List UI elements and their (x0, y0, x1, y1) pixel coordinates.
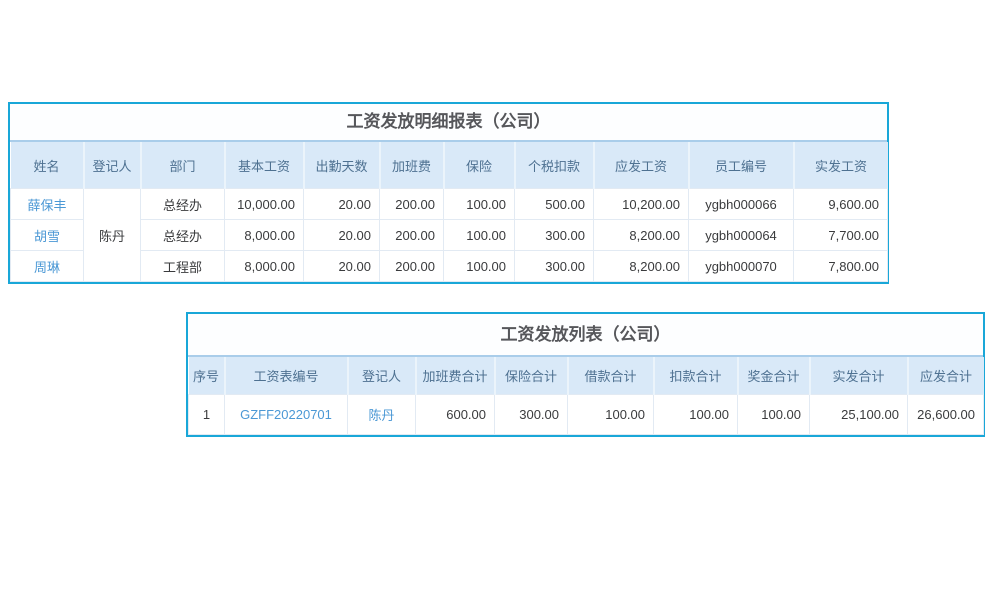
header-name: 姓名 (11, 142, 84, 189)
salary-detail-table: 姓名 登记人 部门 基本工资 出勤天数 加班费 保险 个税扣款 应发工资 员工编… (10, 142, 888, 282)
header-dept: 部门 (141, 142, 225, 189)
base-salary-cell: 8,000.00 (225, 220, 304, 251)
header-payroll-id: 工资表编号 (225, 357, 348, 395)
overtime-cell: 200.00 (380, 189, 444, 220)
header-deduction-total: 扣款合计 (654, 357, 738, 395)
header-bonus-total: 奖金合计 (738, 357, 810, 395)
employee-id-cell: ygbh000066 (689, 189, 794, 220)
header-employee-id: 员工编号 (689, 142, 794, 189)
employee-name-link[interactable]: 胡雪 (34, 229, 60, 244)
salary-list-table: 序号 工资表编号 登记人 加班费合计 保险合计 借款合计 扣款合计 奖金合计 实… (188, 357, 984, 435)
payable-cell: 8,200.00 (594, 251, 689, 282)
employee-name-link[interactable]: 周琳 (34, 260, 60, 275)
actual-cell: 9,600.00 (794, 189, 888, 220)
attendance-days-cell: 20.00 (304, 220, 380, 251)
actual-total-cell: 25,100.00 (810, 395, 908, 435)
dept-cell: 总经办 (141, 220, 225, 251)
header-registrar: 登记人 (348, 357, 416, 395)
header-payable: 应发工资 (594, 142, 689, 189)
header-loan-total: 借款合计 (568, 357, 654, 395)
row-number-cell: 1 (189, 395, 225, 435)
overtime-total-cell: 600.00 (416, 395, 495, 435)
salary-detail-report-title: 工资发放明细报表（公司） (10, 104, 887, 142)
header-overtime-total: 加班费合计 (416, 357, 495, 395)
employee-id-cell: ygbh000070 (689, 251, 794, 282)
base-salary-cell: 10,000.00 (225, 189, 304, 220)
header-actual: 实发工资 (794, 142, 888, 189)
tax-deduction-cell: 300.00 (515, 251, 594, 282)
table-row: 周琳 工程部 8,000.00 20.00 200.00 100.00 300.… (11, 251, 888, 282)
employee-id-cell: ygbh000064 (689, 220, 794, 251)
payable-cell: 10,200.00 (594, 189, 689, 220)
salary-list-report: 工资发放列表（公司） 序号 工资表编号 登记人 加班费合计 保险合计 借款合计 … (186, 312, 985, 437)
loan-total-cell: 100.00 (568, 395, 654, 435)
header-row: 姓名 登记人 部门 基本工资 出勤天数 加班费 保险 个税扣款 应发工资 员工编… (11, 142, 888, 189)
table-row: 胡雪 总经办 8,000.00 20.00 200.00 100.00 300.… (11, 220, 888, 251)
table-row: 1 GZFF20220701 陈丹 600.00 300.00 100.00 1… (189, 395, 984, 435)
overtime-cell: 200.00 (380, 251, 444, 282)
payroll-id-link[interactable]: GZFF20220701 (240, 407, 332, 422)
salary-list-report-title: 工资发放列表（公司） (188, 314, 983, 357)
attendance-days-cell: 20.00 (304, 251, 380, 282)
insurance-cell: 100.00 (444, 189, 515, 220)
table-row: 薛保丰 陈丹 总经办 10,000.00 20.00 200.00 100.00… (11, 189, 888, 220)
registrar-cell: 陈丹 (84, 189, 141, 282)
overtime-cell: 200.00 (380, 220, 444, 251)
registrar-link[interactable]: 陈丹 (368, 408, 394, 423)
salary-detail-report: 工资发放明细报表（公司） 姓名 登记人 部门 基本工资 出勤天数 加班费 保险 (8, 102, 889, 284)
deduction-total-cell: 100.00 (654, 395, 738, 435)
header-insurance: 保险 (444, 142, 515, 189)
header-registrar: 登记人 (84, 142, 141, 189)
header-actual-total: 实发合计 (810, 357, 908, 395)
header-no: 序号 (189, 357, 225, 395)
bonus-total-cell: 100.00 (738, 395, 810, 435)
dept-cell: 工程部 (141, 251, 225, 282)
insurance-cell: 100.00 (444, 220, 515, 251)
header-tax-deduction: 个税扣款 (515, 142, 594, 189)
header-overtime: 加班费 (380, 142, 444, 189)
actual-cell: 7,700.00 (794, 220, 888, 251)
tax-deduction-cell: 300.00 (515, 220, 594, 251)
header-attendance-days: 出勤天数 (304, 142, 380, 189)
payable-total-cell: 26,600.00 (908, 395, 984, 435)
tax-deduction-cell: 500.00 (515, 189, 594, 220)
employee-name-link[interactable]: 薛保丰 (27, 198, 66, 213)
dept-cell: 总经办 (141, 189, 225, 220)
insurance-total-cell: 300.00 (495, 395, 568, 435)
header-insurance-total: 保险合计 (495, 357, 568, 395)
header-base-salary: 基本工资 (225, 142, 304, 189)
insurance-cell: 100.00 (444, 251, 515, 282)
payable-cell: 8,200.00 (594, 220, 689, 251)
header-payable-total: 应发合计 (908, 357, 984, 395)
attendance-days-cell: 20.00 (304, 189, 380, 220)
actual-cell: 7,800.00 (794, 251, 888, 282)
header-row: 序号 工资表编号 登记人 加班费合计 保险合计 借款合计 扣款合计 奖金合计 实… (189, 357, 984, 395)
base-salary-cell: 8,000.00 (225, 251, 304, 282)
